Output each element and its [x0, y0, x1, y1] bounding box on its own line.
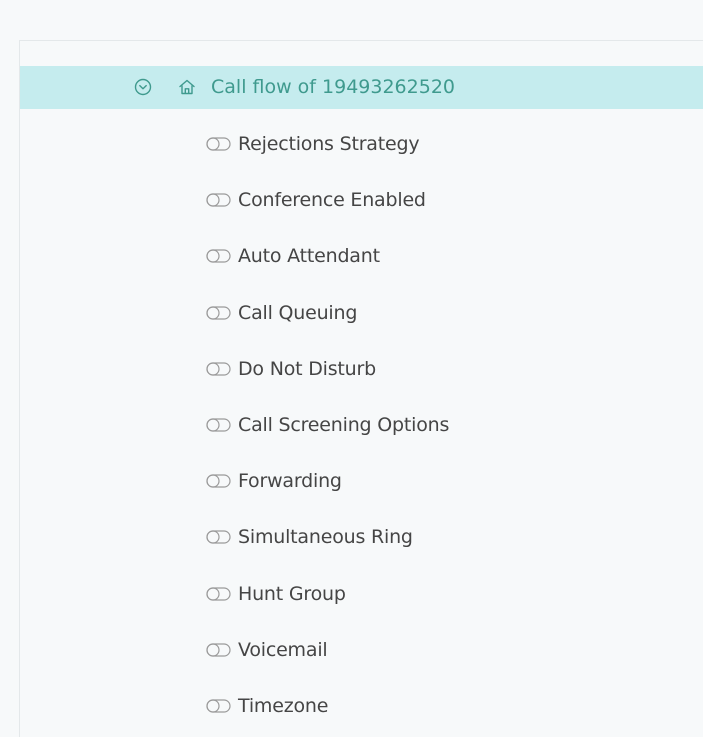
toggle-off-icon[interactable]	[206, 474, 232, 488]
tree-child-label[interactable]: Call Screening Options	[238, 414, 449, 436]
toggle-off-icon[interactable]	[206, 586, 232, 601]
tree-child-label[interactable]: Conference Enabled	[238, 189, 426, 211]
call-flow-tree-panel: Call flow of 19493262520 Rejections Stra…	[19, 40, 703, 737]
tree-child-item[interactable]: Rejections Strategy	[206, 129, 420, 159]
toggle-off-icon[interactable]	[206, 530, 232, 544]
tree-child-label[interactable]: Hunt Group	[238, 583, 346, 605]
tree-child-label[interactable]: Call Queuing	[238, 302, 357, 324]
tree-child-label[interactable]: Auto Attendant	[238, 245, 380, 267]
tree-child-label[interactable]: Rejections Strategy	[238, 133, 420, 155]
tree-child-item[interactable]: Do Not Disturb	[206, 354, 376, 384]
tree-child-item[interactable]: Call Queuing	[206, 298, 357, 328]
toggle-off-icon[interactable]	[206, 362, 232, 376]
tree-child-label[interactable]: Forwarding	[238, 470, 342, 492]
tree-child-label[interactable]: Simultaneous Ring	[238, 526, 413, 548]
tree-child-label[interactable]: Do Not Disturb	[238, 358, 376, 380]
tree-child-item[interactable]: Hunt Group	[206, 579, 346, 609]
toggle-off-icon[interactable]	[206, 699, 232, 713]
tree-child-label[interactable]: Voicemail	[238, 639, 328, 661]
toggle-off-icon[interactable]	[206, 137, 232, 151]
tree-children: Rejections Strategy Conference Enabled Aut…	[20, 41, 703, 737]
toggle-off-icon[interactable]	[206, 249, 232, 263]
tree-child-item[interactable]: Call Screening Options	[206, 410, 449, 440]
toggle-off-icon[interactable]	[206, 193, 232, 207]
tree-child-item[interactable]: Voicemail	[206, 635, 328, 665]
toggle-off-icon[interactable]	[206, 305, 232, 320]
toggle-off-icon[interactable]	[206, 418, 232, 432]
tree-child-label[interactable]: Timezone	[238, 695, 328, 717]
tree-child-item[interactable]: Timezone	[206, 691, 328, 721]
toggle-off-icon[interactable]	[206, 643, 232, 657]
tree-child-item[interactable]: Conference Enabled	[206, 185, 426, 215]
tree-child-item[interactable]: Simultaneous Ring	[206, 522, 413, 552]
tree-child-item[interactable]: Forwarding	[206, 466, 342, 496]
tree-child-item[interactable]: Auto Attendant	[206, 241, 380, 271]
